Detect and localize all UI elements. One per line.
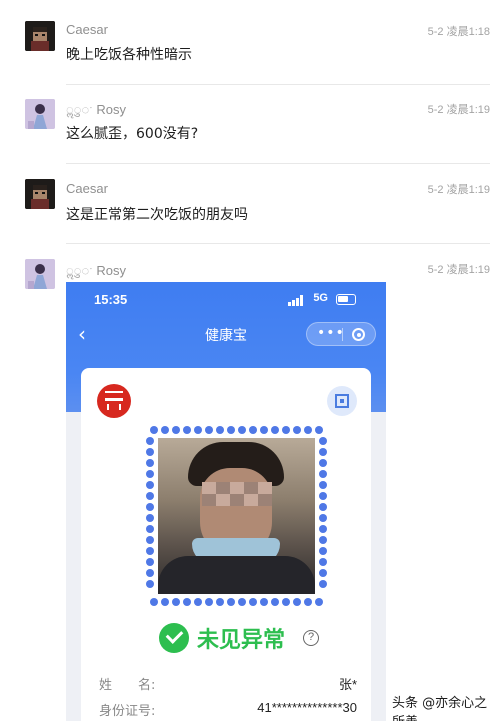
- status-clock: 15:35: [94, 292, 128, 307]
- blur-mosaic: [202, 482, 272, 506]
- sender-name-text: Rosy: [96, 102, 127, 117]
- caesar-avatar-icon: [25, 179, 55, 209]
- photo-frame: [144, 424, 329, 608]
- message-text: 这是正常第二次吃饭的朋友吗: [66, 207, 248, 223]
- avatar[interactable]: [25, 99, 55, 129]
- field-label: 姓 名:: [99, 678, 156, 693]
- message-time: 5-2 凌晨1:19: [427, 104, 490, 116]
- divider: [66, 163, 490, 164]
- message-text: 这么腻歪，600没有?: [66, 126, 199, 142]
- message-time: 5-2 凌晨1:19: [427, 184, 490, 196]
- sender-decoration: ॢ◌ु◌ˑ: [66, 263, 93, 278]
- sender-name[interactable]: ॢ◌ु◌ˑ Rosy: [66, 261, 126, 279]
- field-value: 41**************30: [257, 700, 357, 715]
- phone-navbar: ‹ 健康宝 •••: [66, 318, 386, 350]
- avatar[interactable]: [25, 21, 55, 51]
- rosy-avatar-icon: [25, 259, 55, 289]
- rosy-avatar-icon: [25, 99, 55, 129]
- watermark: 头条 @亦余心之所善: [392, 696, 488, 721]
- sender-name[interactable]: Caesar: [66, 22, 108, 37]
- check-circle-icon: [159, 623, 189, 653]
- miniprogram-capsule[interactable]: •••: [306, 322, 376, 346]
- info-row-name: 姓 名: 张*: [99, 674, 357, 694]
- message-time: 5-2 凌晨1:18: [427, 26, 490, 38]
- battery-icon: [336, 294, 356, 305]
- signal-icon: [288, 295, 303, 306]
- more-icon[interactable]: •••: [317, 325, 345, 341]
- sender-name[interactable]: Caesar: [66, 181, 108, 196]
- beijing-emblem-icon: [97, 384, 131, 418]
- user-photo: [158, 438, 315, 594]
- avatar[interactable]: [25, 179, 55, 209]
- field-label: 身份证号:: [99, 704, 156, 719]
- divider: [66, 84, 490, 85]
- close-icon[interactable]: [352, 328, 365, 341]
- qr-code-icon[interactable]: [327, 386, 357, 416]
- sender-name-text: Rosy: [96, 263, 127, 278]
- caesar-avatar-icon: [25, 21, 55, 51]
- message-time: 5-2 凌晨1:19: [427, 264, 490, 276]
- sender-decoration: ॢ◌ु◌ˑ: [66, 102, 93, 117]
- info-row-id: 身份证号: 41**************30: [99, 700, 357, 720]
- help-icon[interactable]: ?: [303, 630, 319, 646]
- avatar[interactable]: [25, 259, 55, 289]
- capsule-divider: [342, 328, 343, 341]
- network-type: 5G: [313, 292, 328, 304]
- field-value: 张*: [338, 677, 357, 692]
- health-card: 未见异常 ? 姓 名: 张* 身份证号: 41**************30: [81, 368, 371, 721]
- phone-status-bar: 15:35 5G: [94, 292, 362, 308]
- attached-image[interactable]: 15:35 5G ‹ 健康宝 ••• 未见异常 ? 姓 名: 张* 身份证号: …: [66, 282, 386, 721]
- divider: [66, 243, 490, 244]
- message-text: 晚上吃饭各种性暗示: [66, 47, 192, 63]
- sender-name[interactable]: ॢ◌ु◌ˑ Rosy: [66, 100, 126, 118]
- health-result: 未见异常: [197, 628, 286, 653]
- health-status: 未见异常 ?: [159, 622, 339, 654]
